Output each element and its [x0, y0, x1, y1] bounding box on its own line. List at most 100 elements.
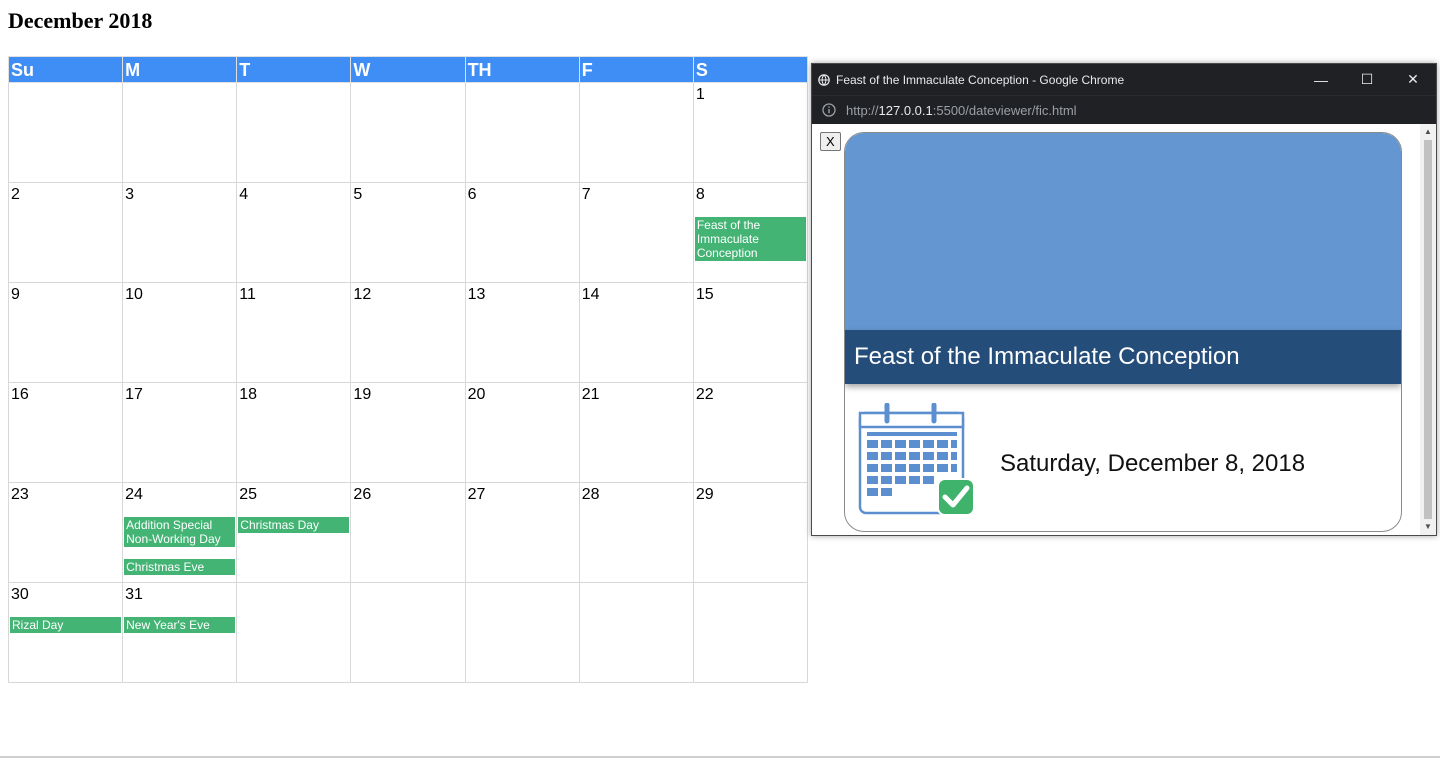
day-cell [236, 82, 352, 183]
day-cell[interactable]: 22 [692, 382, 809, 483]
day-number: 8 [695, 186, 705, 203]
day-number [466, 583, 579, 587]
day-cell[interactable]: 24 Addition Special Non-Working Day Christ… [122, 482, 238, 583]
day-cell[interactable]: 19 [350, 382, 466, 483]
day-number [351, 83, 464, 87]
popup-viewport: X Feast of the Immaculate Conception Sat… [812, 124, 1436, 535]
week-row: 16 17 18 19 20 21 22 [7, 382, 809, 483]
day-cell[interactable]: 1 [692, 82, 809, 183]
card-date: Saturday, December 8, 2018 [1000, 450, 1306, 477]
day-cell[interactable]: 28 [578, 482, 694, 583]
event-chip[interactable]: Addition Special Non-Working Day [124, 517, 236, 547]
card-banner [845, 133, 1401, 330]
day-cell [692, 582, 809, 683]
day-number [237, 583, 350, 587]
day-cell[interactable]: 20 [464, 382, 580, 483]
day-number: 29 [695, 486, 714, 503]
weekday-thursday: TH [464, 56, 580, 83]
event-chip[interactable]: Christmas Eve [124, 559, 236, 575]
url-scheme: http:// [846, 102, 879, 118]
day-number: 30 [11, 586, 29, 603]
day-cell[interactable]: 31 New Year's Eve [122, 582, 238, 683]
weekday-wednesday: W [350, 56, 466, 83]
event-chip[interactable]: Christmas Day [238, 517, 350, 533]
day-cell[interactable]: 3 [122, 182, 238, 283]
day-cell[interactable]: 27 [464, 482, 580, 583]
day-cell[interactable]: 18 [236, 382, 352, 483]
day-number: 1 [695, 86, 705, 103]
event-chip[interactable]: New Year's Eve [124, 617, 236, 633]
week-row: 2 3 4 5 6 7 8 Feast of the Immaculate Conceptio… [7, 182, 809, 283]
card-body: Saturday, December 8, 2018 [845, 384, 1401, 531]
weekday-friday: F [578, 56, 694, 83]
day-number [580, 83, 693, 87]
day-number: 10 [125, 286, 143, 303]
day-cell[interactable]: 2 [7, 182, 124, 283]
day-number [237, 83, 350, 87]
day-cell[interactable]: 17 [122, 382, 238, 483]
day-number: 17 [125, 386, 143, 403]
day-cell[interactable]: 29 [692, 482, 809, 583]
day-cell[interactable]: 7 [578, 182, 694, 283]
day-number [9, 83, 122, 87]
day-cell[interactable]: 16 [7, 382, 124, 483]
day-cell[interactable]: 4 [236, 182, 352, 283]
scroll-up-arrow-icon[interactable]: ▲ [1420, 124, 1436, 140]
month-title: December 2018 [8, 8, 153, 33]
weekday-tuesday: T [236, 56, 352, 83]
day-cell [578, 582, 694, 683]
day-number: 25 [239, 486, 258, 503]
globe-icon [818, 73, 830, 86]
scrollbar[interactable]: ▲ ▼ [1420, 124, 1436, 535]
day-cell[interactable]: 23 [7, 482, 124, 583]
window-titlebar[interactable]: Feast of the Immaculate Conception - Goo… [812, 64, 1436, 95]
event-card: Feast of the Immaculate Conception Satur… [844, 132, 1402, 532]
minimize-icon[interactable]: — [1298, 64, 1344, 95]
close-icon[interactable]: ✕ [1390, 64, 1436, 95]
day-cell[interactable]: 10 [122, 282, 238, 383]
day-number: 28 [581, 486, 600, 503]
day-cell[interactable]: 26 [350, 482, 466, 583]
close-button[interactable]: X [820, 132, 841, 151]
day-cell[interactable]: 15 [692, 282, 809, 383]
day-cell[interactable]: 14 [578, 282, 694, 383]
day-cell[interactable]: 30 Rizal Day [7, 582, 124, 683]
scroll-thumb[interactable] [1424, 140, 1432, 519]
weekday-monday: M [122, 56, 238, 83]
day-cell[interactable]: 8 Feast of the Immaculate Conception [692, 182, 809, 283]
day-cell[interactable]: 9 [7, 282, 124, 383]
week-row: 9 10 11 12 13 14 15 [7, 282, 809, 383]
day-cell [350, 582, 466, 683]
day-cell [350, 82, 466, 183]
day-cell[interactable]: 13 [464, 282, 580, 383]
day-cell [464, 82, 580, 183]
day-number: 27 [467, 486, 486, 503]
address-bar[interactable]: http://127.0.0.1:5500/dateviewer/fic.htm… [812, 95, 1436, 124]
day-cell[interactable]: 6 [464, 182, 580, 283]
day-cell [578, 82, 694, 183]
day-number: 2 [11, 186, 20, 203]
week-row: 30 Rizal Day 31 New Year's Eve [7, 582, 809, 683]
day-number: 31 [125, 586, 143, 603]
day-cell[interactable]: 12 [350, 282, 466, 383]
day-cell[interactable]: 5 [350, 182, 466, 283]
day-number [466, 83, 579, 87]
event-chip[interactable]: Rizal Day [10, 617, 122, 633]
day-cell[interactable]: 21 [578, 382, 694, 483]
calendar-grid: Su M T W TH F S 1 2 3 4 5 6 7 8 Feast of the Imm… [7, 56, 809, 683]
maximize-icon[interactable]: ☐ [1344, 64, 1390, 95]
url-host: 127.0.0.1 [878, 102, 933, 118]
week-row: 23 24 Addition Special Non-Working Day Chri… [7, 482, 809, 583]
calendar-check-icon [858, 403, 975, 516]
info-icon[interactable] [822, 103, 836, 117]
week-row: 1 [7, 82, 809, 183]
event-chip[interactable]: Feast of the Immaculate Conception [694, 217, 806, 261]
day-cell[interactable]: 25 Christmas Day [236, 482, 352, 583]
day-number: 20 [467, 386, 486, 403]
day-cell[interactable]: 11 [236, 282, 352, 383]
weekday-saturday: S [692, 56, 809, 83]
day-number: 18 [239, 386, 258, 403]
day-number: 6 [467, 186, 477, 203]
scroll-down-arrow-icon[interactable]: ▼ [1420, 519, 1436, 535]
card-title: Feast of the Immaculate Conception [845, 330, 1401, 384]
